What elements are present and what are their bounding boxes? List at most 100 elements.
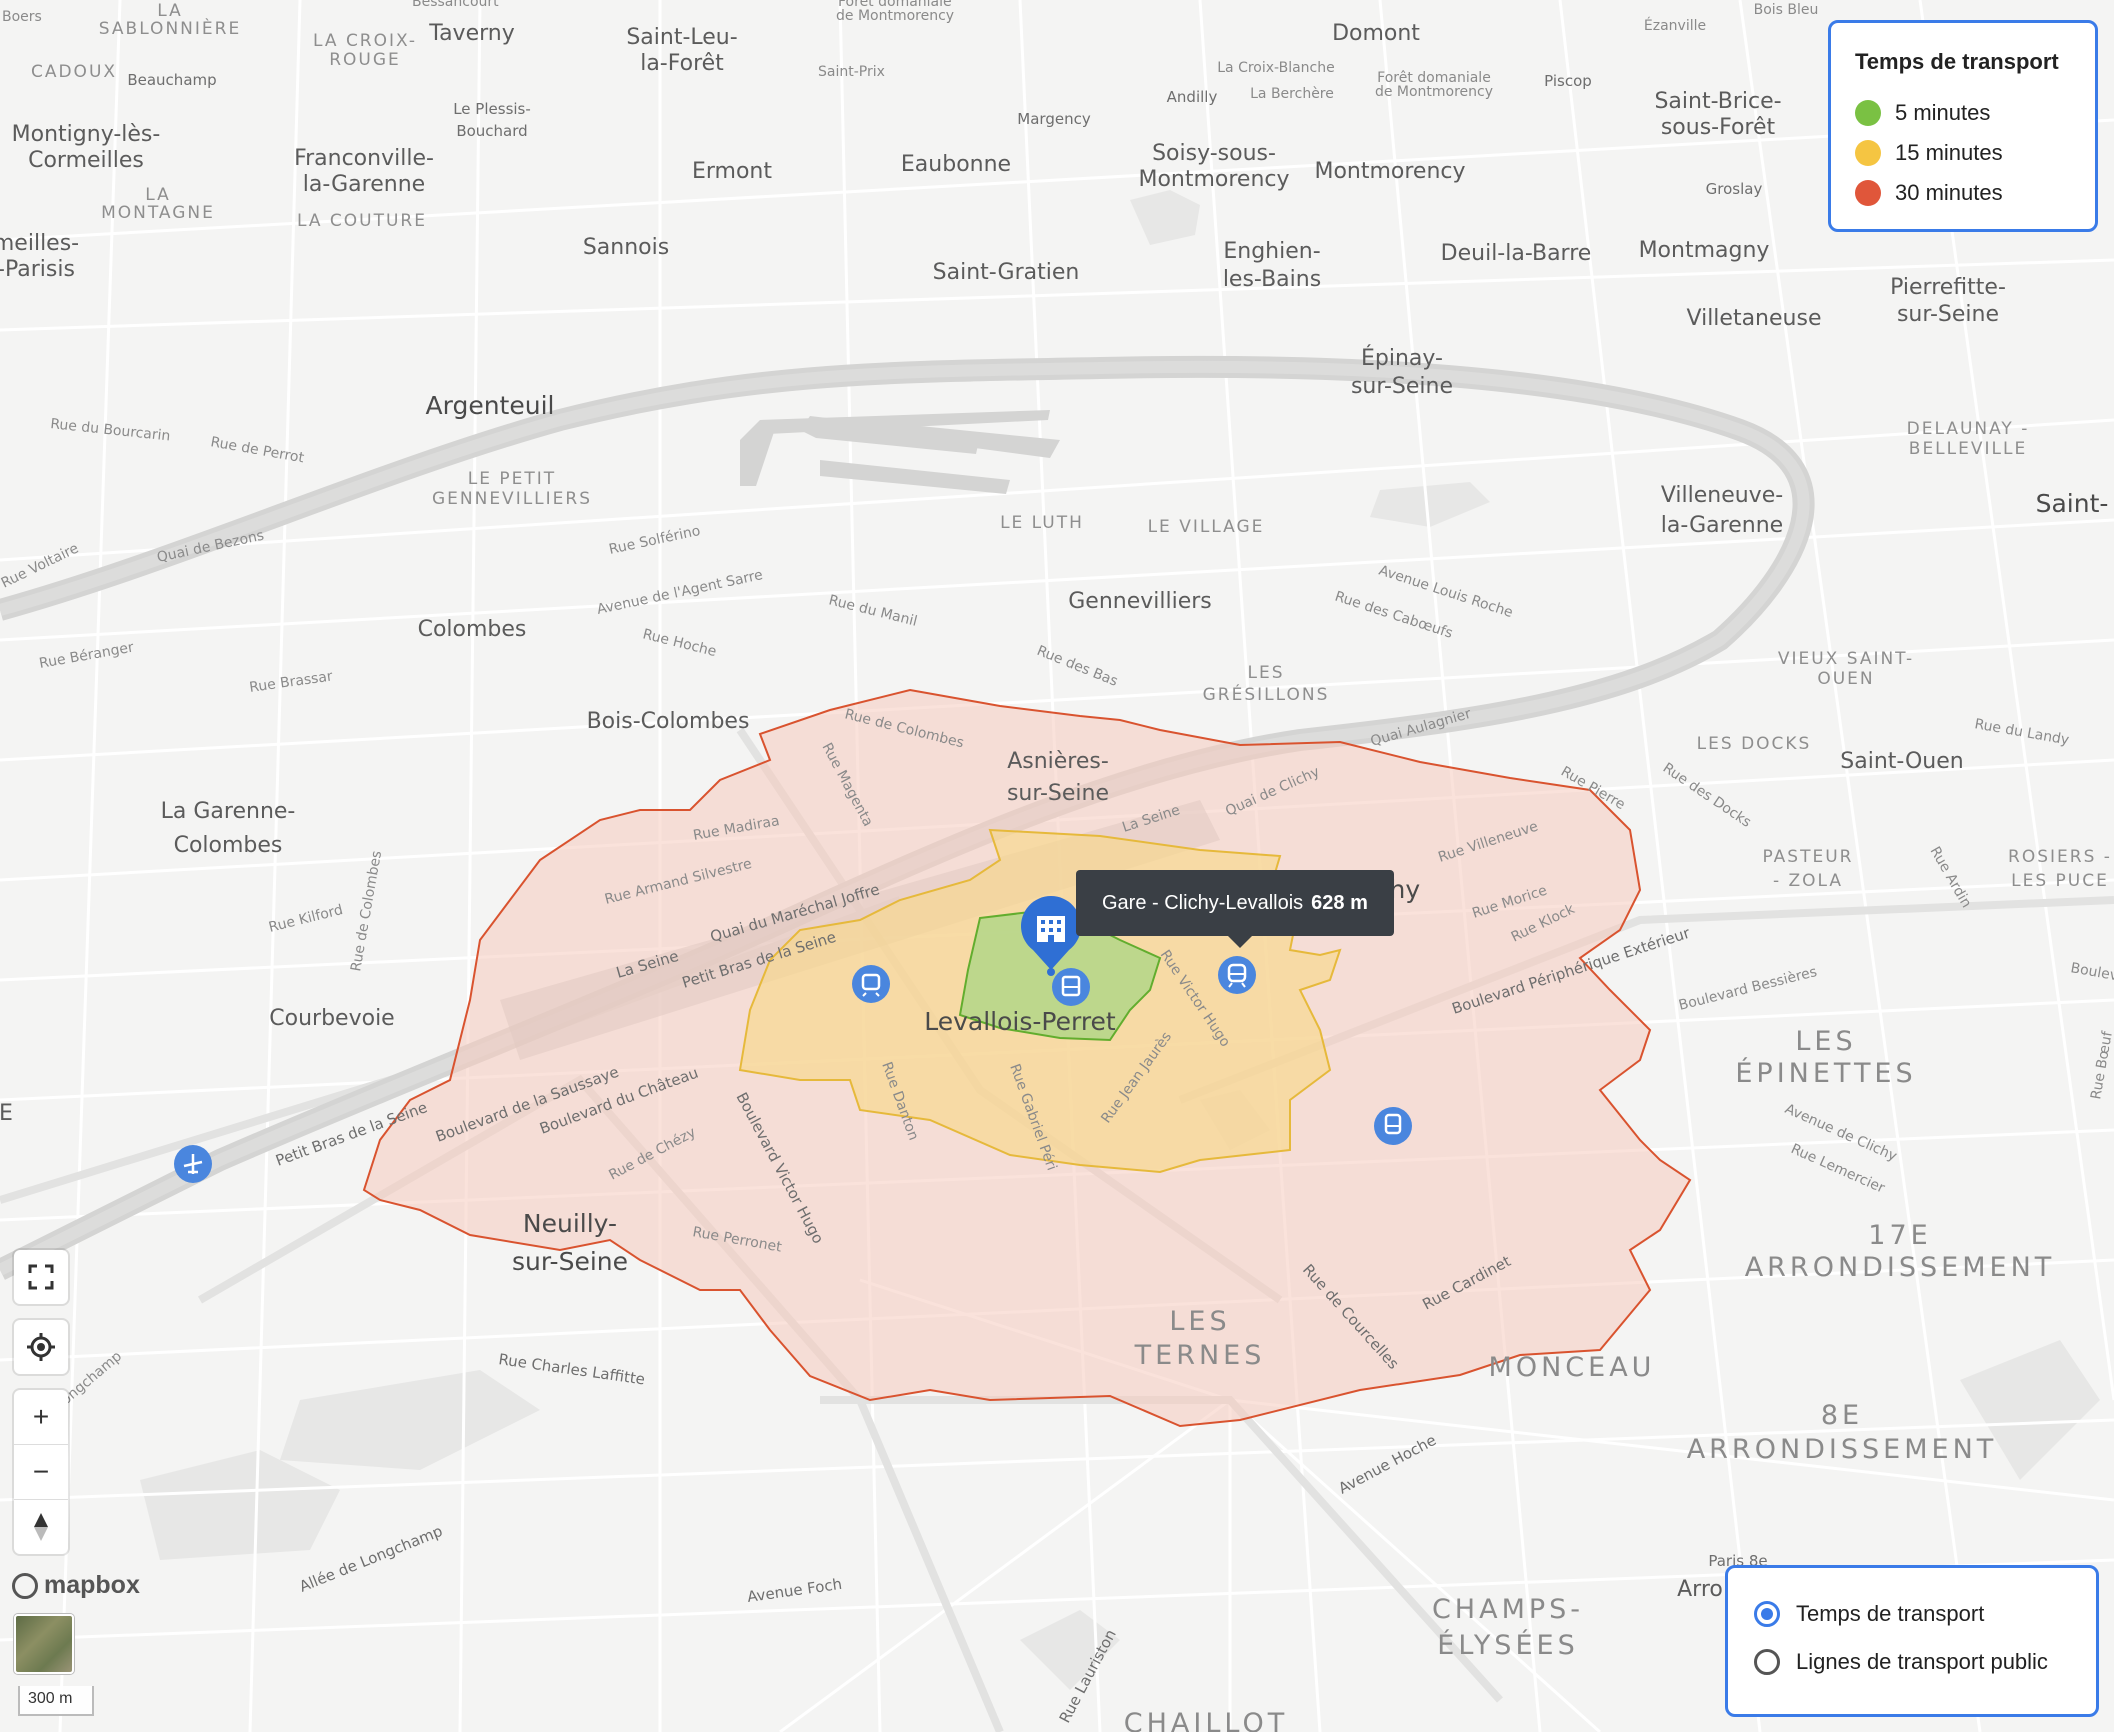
place-label: La Garenne- [161,799,296,824]
place-label: Le Plessis- [453,100,531,118]
place-label: ÉPINETTES [1735,1057,1916,1089]
place-label: LES DOCKS [1697,734,1812,754]
place-label: ROSIERS - [2008,847,2112,867]
mapbox-icon [12,1572,38,1599]
place-label: LES [1247,663,1284,683]
compass-button[interactable] [14,1499,68,1554]
place-label: Courbevoie [269,1006,394,1031]
place-label: les-Bains [1223,267,1321,292]
bus-stop-marker[interactable] [1052,968,1090,1006]
place-label: 8E [1821,1400,1863,1431]
layer-option-label: Lignes de transport public [1796,1649,2048,1674]
place-label: de Montmorency [1375,84,1493,100]
place-label: sous-Forêt [1661,115,1776,140]
map-canvas[interactable]: Boers SABLONNIÈRE LA Bessancourt LA CROI… [0,0,2114,1732]
place-label: LES [1795,1026,1856,1057]
legend-item: 5 minutes [1855,93,2071,133]
yellow-dot-icon [1855,140,1881,166]
place-label: Boers [2,9,42,25]
place-label: Groslay [1706,180,1763,198]
place-label: PASTEUR [1763,847,1854,867]
place-label: BELLEVILLE [1909,439,2027,459]
place-label: sur-Seine [1351,374,1453,399]
place-label: sur-Seine [1897,302,1999,327]
place-label: LA [145,185,171,205]
radio-selected-icon[interactable] [1754,1601,1780,1627]
mapbox-wordmark: mapbox [44,1571,140,1599]
train-station-marker[interactable] [1218,956,1256,994]
place-label: -Parisis [0,257,75,282]
place-label: VIEUX SAINT- [1778,649,1914,669]
zoom-out-button[interactable]: − [14,1444,68,1499]
place-label: MONCEAU [1489,1352,1656,1383]
layer-option-public-transport[interactable]: Lignes de transport public [1754,1638,2070,1686]
scale-bar: 300 m [18,1686,94,1716]
place-label: Montmorency [1314,159,1465,184]
station-tooltip: Gare - Clichy-Levallois 628 m [1076,870,1394,948]
legend-item: 15 minutes [1855,133,2071,173]
place-label: Enghien- [1223,239,1320,264]
place-label: Soisy-sous- [1152,141,1276,166]
place-label: Saint-Ouen [1840,749,1963,774]
place-label: la-Garenne [303,172,425,197]
tooltip-distance: 628 m [1311,891,1368,914]
place-label: Bois Bleu [1754,2,1819,18]
place-label: Asnières- [1007,749,1109,774]
place-label: Saint-Leu- [626,25,737,50]
place-label: Deuil-la-Barre [1441,241,1592,266]
legend-item-label: 15 minutes [1895,140,2003,165]
satellite-toggle[interactable] [14,1614,74,1674]
geolocate-control [14,1320,68,1374]
place-label: sur-Seine [512,1247,628,1276]
legend-item: 30 minutes [1855,173,2071,213]
place-label: E [0,1101,13,1126]
place-label: Montigny-lès- [12,122,161,147]
place-label: Ézanville [1644,17,1706,34]
place-label: Villeneuve- [1661,483,1783,508]
tooltip-station-name: Gare - Clichy-Levallois [1102,891,1304,914]
place-label: Colombes [174,833,283,858]
place-label: Beauchamp [127,71,216,89]
place-label: Montmorency [1138,167,1289,192]
geolocate-button[interactable] [14,1320,68,1374]
place-label: ARRONDISSEMENT [1687,1434,1998,1465]
place-label: CHAILLOT [1124,1708,1288,1732]
legend-item-label: 5 minutes [1895,100,1991,125]
place-label: Bessancourt [412,0,499,10]
place-label: Gennevilliers [1068,589,1212,614]
tram-marker[interactable] [1374,1107,1412,1145]
place-label: Bouchard [456,122,527,140]
place-label: Franconville- [294,146,434,171]
place-label: ROUGE [329,50,401,70]
place-label: Pierrefitte- [1890,275,2006,300]
airport-marker[interactable] [174,1145,212,1183]
radio-unselected-icon[interactable] [1754,1649,1780,1675]
place-label: Saint- [2036,489,2109,518]
place-label: GENNEVILLIERS [432,489,592,509]
red-dot-icon [1855,180,1881,206]
transit-marker[interactable] [852,965,890,1003]
place-label: meilles- [0,231,79,256]
place-label: Sannois [583,235,669,260]
place-label: Arro [1677,1577,1723,1602]
place-label: CHAMPS- [1432,1594,1584,1625]
place-label: DELAUNAY - [1907,419,2030,439]
place-label: Épinay- [1361,345,1443,371]
mapbox-logo[interactable]: mapbox [12,1571,140,1600]
place-label: LA [157,1,183,21]
compass-icon [34,1513,48,1541]
place-label: LE LUTH [1000,513,1084,533]
fullscreen-button[interactable] [14,1250,68,1304]
place-label: LE PETIT [468,469,556,489]
place-label: ARRONDISSEMENT [1745,1252,2056,1283]
place-label: la-Forêt [640,51,724,76]
place-label: TERNES [1134,1340,1266,1371]
place-label: la-Garenne [1661,513,1783,538]
place-label: Neuilly- [523,1209,617,1238]
place-label: Piscop [1544,72,1592,90]
place-label: LES PUCE [2011,871,2109,891]
place-label: Levallois-Perret [924,1007,1116,1036]
place-label: MONTAGNE [101,203,215,223]
layer-option-transport-time[interactable]: Temps de transport [1754,1590,2070,1638]
zoom-in-button[interactable]: + [14,1390,68,1444]
